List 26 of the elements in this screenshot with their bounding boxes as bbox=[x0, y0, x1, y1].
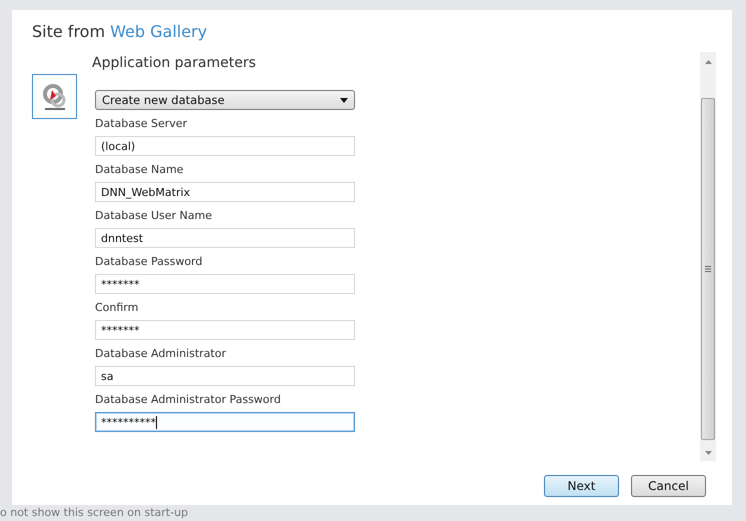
field-label: Database User Name bbox=[95, 209, 214, 223]
field-label: Database Administrator Password bbox=[95, 393, 282, 407]
input-field[interactable]: ********** bbox=[95, 412, 355, 432]
input-field[interactable]: ******* bbox=[95, 274, 355, 294]
scroll-up-icon[interactable] bbox=[704, 60, 712, 64]
input-field[interactable]: (local) bbox=[95, 136, 355, 156]
field-label: Database Server bbox=[95, 117, 188, 131]
input-field[interactable]: sa bbox=[95, 366, 355, 386]
next-button[interactable]: Next bbox=[544, 475, 619, 497]
background-text: o not show this screen on start-up bbox=[0, 505, 188, 520]
field-label: Database Administrator bbox=[95, 347, 227, 361]
input-field[interactable]: ******* bbox=[95, 320, 355, 340]
database-dropdown[interactable]: Create new database bbox=[95, 90, 355, 110]
dropdown-arrow-icon bbox=[340, 98, 348, 102]
scroll-down-icon[interactable] bbox=[704, 451, 712, 455]
field-label: Database Password bbox=[95, 255, 204, 269]
field-label: Confirm bbox=[95, 301, 140, 315]
section-title: Application parameters bbox=[92, 55, 257, 73]
scrollbar-thumb[interactable] bbox=[701, 98, 715, 440]
cancel-button[interactable]: Cancel bbox=[631, 475, 706, 497]
input-field[interactable]: DNN_WebMatrix bbox=[95, 182, 355, 202]
field-label: Database Name bbox=[95, 163, 184, 177]
input-field[interactable]: dnntest bbox=[95, 228, 355, 248]
scrollbar[interactable] bbox=[700, 52, 716, 461]
dialog-title: Site from Web Gallery bbox=[32, 22, 208, 41]
app-logo-icon bbox=[32, 74, 77, 119]
